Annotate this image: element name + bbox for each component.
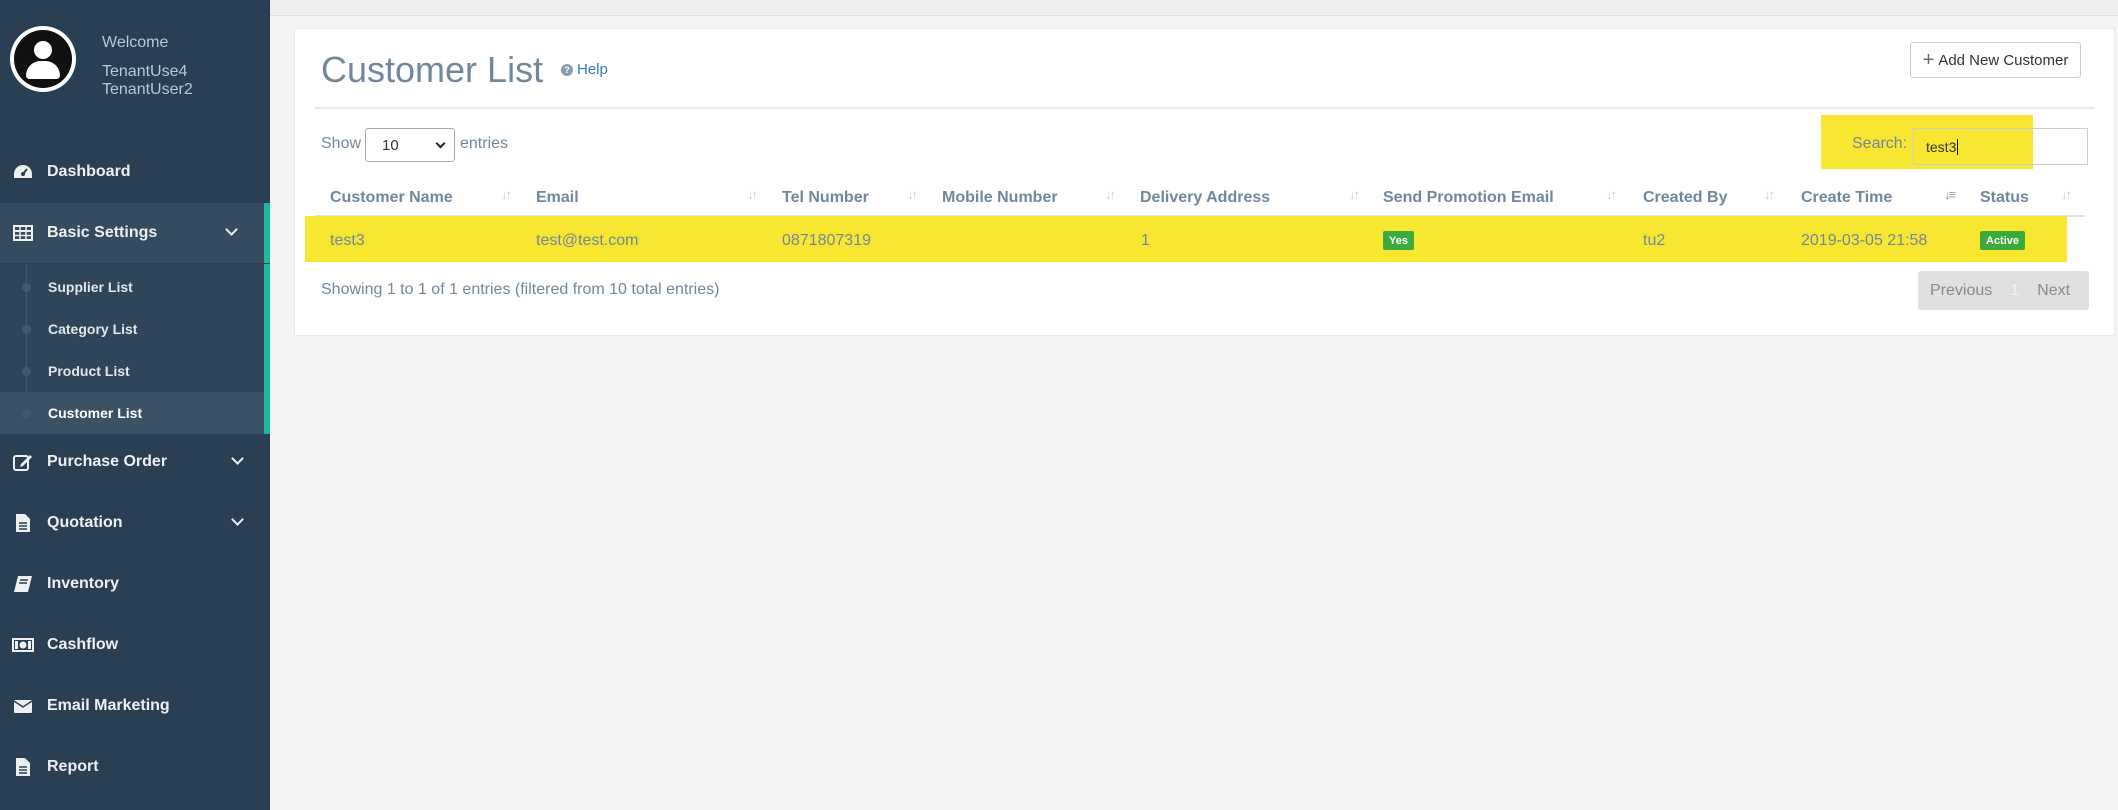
search-value: test3 — [1926, 138, 1957, 155]
report-icon — [11, 757, 35, 777]
sort-icon[interactable]: ↓↑ — [501, 187, 512, 202]
question-circle-icon: ? — [561, 63, 573, 76]
sort-icon[interactable]: ↓↑ — [1349, 187, 1360, 202]
sidebar-item-dashboard[interactable]: Dashboard — [0, 142, 270, 202]
page-1-button[interactable]: 1 — [2010, 282, 2019, 300]
sidebar-item-basic-settings[interactable]: Basic Settings — [0, 203, 270, 263]
table-icon — [11, 225, 35, 241]
chevron-down-icon — [231, 452, 244, 465]
sidebar-item-cashflow[interactable]: Cashflow — [0, 615, 270, 675]
add-new-customer-label: Add New Customer — [1938, 51, 2069, 69]
sort-desc-icon[interactable]: ↓≡ — [1944, 187, 1956, 202]
entries-per-page-select[interactable]: 10 — [365, 128, 455, 162]
cell-tel-number: 0871807319 — [782, 232, 871, 249]
next-button[interactable]: Next — [2037, 282, 2070, 300]
money-icon — [11, 637, 35, 653]
col-header-tel-number[interactable]: Tel Number — [782, 189, 869, 207]
sidebar-item-label: Basic Settings — [47, 224, 158, 241]
previous-button[interactable]: Previous — [1930, 282, 1992, 300]
top-nav-bar — [270, 0, 2118, 16]
sidebar-item-label: Purchase Order — [47, 453, 168, 470]
pagination: Previous 1 Next — [1918, 271, 2089, 310]
col-header-delivery-address[interactable]: Delivery Address — [1140, 189, 1270, 207]
dashboard-icon — [11, 164, 35, 180]
add-new-customer-button[interactable]: + Add New Customer — [1910, 42, 2081, 78]
sidebar-item-label: Quotation — [47, 514, 123, 531]
help-label: Help — [577, 61, 608, 78]
sort-icon[interactable]: ↓↑ — [1606, 187, 1617, 202]
submenu-item-supplier-list[interactable]: Supplier List — [0, 266, 264, 308]
chevron-down-icon — [225, 223, 238, 236]
user-icon — [14, 30, 72, 88]
entries-label: entries — [460, 135, 509, 152]
col-header-created-by[interactable]: Created By — [1643, 189, 1727, 207]
sort-icon[interactable]: ↓↑ — [2061, 187, 2072, 202]
col-header-customer-name[interactable]: Customer Name — [330, 189, 453, 207]
profile: Welcome TenantUse4 TenantUser2 — [0, 0, 270, 140]
submenu-item-customer-list[interactable]: Customer List — [0, 392, 264, 434]
page-title: Customer List — [321, 49, 544, 90]
submenu-item-category-list[interactable]: Category List — [0, 308, 264, 350]
document-icon — [11, 513, 35, 533]
col-header-send-promotion-email[interactable]: Send Promotion Email — [1383, 189, 1554, 207]
sidebar-item-inventory[interactable]: Inventory — [0, 554, 270, 614]
sidebar-item-label: Inventory — [47, 575, 120, 592]
sort-icon[interactable]: ↓↑ — [1764, 187, 1775, 202]
user-name-line1: TenantUse4 — [102, 63, 188, 80]
sidebar-item-email-marketing[interactable]: Email Marketing — [0, 676, 270, 736]
col-header-email[interactable]: Email — [536, 189, 579, 207]
edit-icon — [11, 453, 35, 471]
show-label: Show — [321, 135, 362, 152]
sidebar-item-label: Report — [47, 758, 99, 775]
help-link[interactable]: ? Help — [561, 61, 608, 78]
col-header-status[interactable]: Status — [1980, 189, 2029, 207]
sidebar-item-report[interactable]: Report — [0, 737, 270, 797]
search-label: Search: — [1852, 135, 1908, 152]
envelope-icon — [11, 698, 35, 714]
status-badge: Active — [1980, 231, 2026, 250]
submenu-item-product-list[interactable]: Product List — [0, 350, 264, 392]
sidebar-item-label: Cashflow — [47, 636, 119, 653]
basic-settings-submenu: Supplier List Category List Product List… — [0, 264, 270, 434]
text-cursor — [1957, 138, 1959, 155]
col-header-mobile-number[interactable]: Mobile Number — [942, 189, 1058, 207]
user-name-line2: TenantUser2 — [102, 81, 193, 98]
cell-email: test@test.com — [536, 232, 639, 249]
sidebar: Welcome TenantUse4 TenantUser2 Dashboard… — [0, 0, 270, 810]
avatar[interactable] — [10, 26, 76, 92]
title-divider — [315, 107, 2095, 109]
sidebar-item-label: Email Marketing — [47, 697, 170, 714]
book-icon — [11, 575, 35, 593]
chevron-down-icon — [231, 513, 244, 526]
search-input[interactable]: test3 — [1913, 128, 2088, 165]
table-info: Showing 1 to 1 of 1 entries (filtered fr… — [321, 281, 720, 298]
cell-delivery-address: 1 — [1141, 232, 1150, 249]
entries-value: 10 — [382, 136, 399, 154]
col-header-create-time[interactable]: Create Time — [1801, 189, 1892, 207]
sort-icon[interactable]: ↓↑ — [907, 187, 918, 202]
welcome-text: Welcome — [102, 34, 169, 51]
plus-icon: + — [1922, 49, 1935, 71]
chevron-down-icon — [435, 138, 446, 149]
sort-icon[interactable]: ↓↑ — [747, 187, 758, 202]
sidebar-item-label: Dashboard — [47, 163, 131, 180]
customer-list-panel: Customer List ? Help + Add New Customer … — [294, 28, 2115, 336]
sort-icon[interactable]: ↓↑ — [1105, 187, 1116, 202]
cell-customer-name: test3 — [330, 232, 365, 249]
sidebar-item-quotation[interactable]: Quotation — [0, 493, 270, 553]
sidebar-item-purchase-order[interactable]: Purchase Order — [0, 432, 270, 492]
cell-created-by: tu2 — [1643, 232, 1666, 249]
cell-create-time: 2019-03-05 21:58 — [1801, 232, 1928, 249]
promo-badge: Yes — [1383, 231, 1414, 250]
